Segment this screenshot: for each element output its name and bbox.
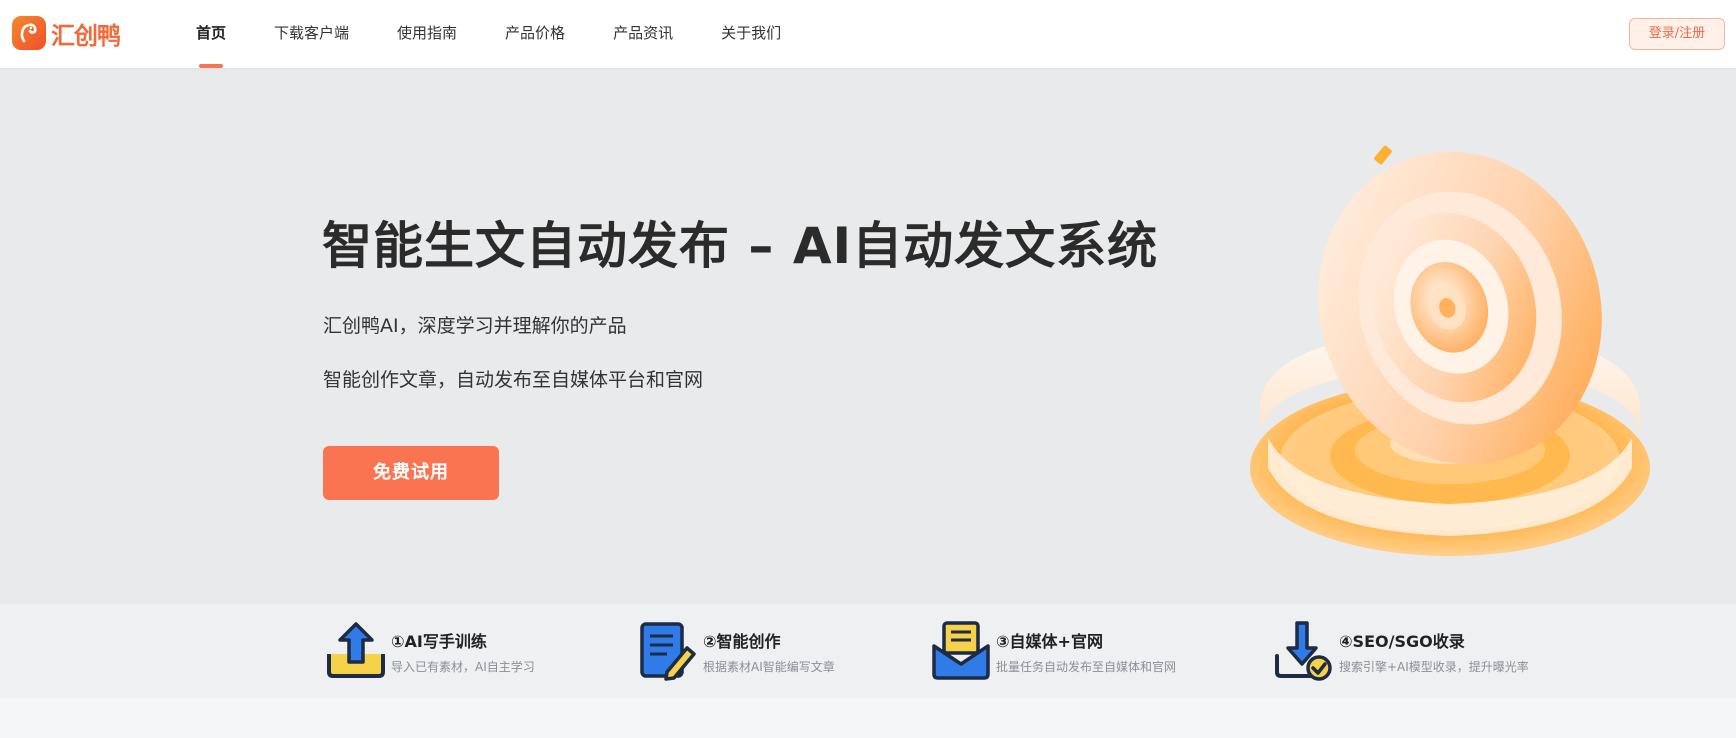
nav-item-label: 首页 [196, 24, 227, 42]
top-nav-bar: 汇创鸭 首页 下载客户端 使用指南 产品价格 产品资讯 关于我们 登录/注册 [0, 0, 1736, 68]
duck-logo-icon [12, 16, 46, 50]
feature-title: ③自媒体+官网 [996, 631, 1103, 651]
feature-description: 根据素材AI智能编写文章 [703, 659, 835, 674]
feature-media-publishing[interactable]: ③自媒体+官网 批量任务自动发布至自媒体和官网 [930, 618, 1176, 684]
nav-item-news[interactable]: 产品资讯 [613, 0, 673, 68]
hero-subtitle-2: 智能创作文章，自动发布至自媒体平台和官网 [323, 369, 704, 391]
hero-banner: 智能生文自动发布 – AI自动发文系统 汇创鸭AI，深度学习并理解你的产品 智能… [0, 68, 1736, 604]
nav-item-label: 产品资讯 [613, 24, 674, 42]
main-nav: 首页 下载客户端 使用指南 产品价格 产品资讯 关于我们 [196, 0, 781, 68]
page-bottom-section [0, 698, 1736, 738]
feature-description: 搜索引擎+AI模型收录，提升曝光率 [1339, 659, 1529, 674]
nav-item-label: 使用指南 [397, 24, 458, 42]
nav-item-guide[interactable]: 使用指南 [397, 0, 457, 68]
feature-title: ①AI写手训练 [391, 631, 487, 651]
nav-item-label: 关于我们 [721, 24, 782, 42]
nav-item-home[interactable]: 首页 [196, 0, 226, 68]
hero-title: 智能生文自动发布 – AI自动发文系统 [322, 217, 1159, 275]
upload-tray-icon [327, 622, 385, 678]
free-trial-button[interactable]: 免费试用 [323, 446, 499, 500]
envelope-icon [932, 621, 990, 680]
feature-ai-writer-training[interactable]: ①AI写手训练 导入已有素材，AI自主学习 [325, 618, 535, 684]
download-check-icon [1275, 621, 1332, 681]
feature-title: ②智能创作 [703, 631, 781, 651]
hero-3d-rings-illustration [1250, 145, 1650, 556]
nav-item-about[interactable]: 关于我们 [721, 0, 781, 68]
nav-item-label: 下载客户端 [274, 24, 350, 42]
hero-subtitle-1: 汇创鸭AI，深度学习并理解你的产品 [323, 315, 627, 337]
nav-item-download[interactable]: 下载客户端 [274, 0, 349, 68]
feature-description: 批量任务自动发布至自媒体和官网 [996, 659, 1177, 674]
brand-name: 汇创鸭 [51, 21, 121, 50]
nav-active-indicator [199, 64, 223, 68]
document-pen-icon [640, 622, 696, 681]
feature-smart-writing[interactable]: ②智能创作 根据素材AI智能编写文章 [637, 618, 835, 684]
login-register-button[interactable]: 登录/注册 [1629, 18, 1725, 50]
brand-logo[interactable]: 汇创鸭 [12, 15, 121, 51]
feature-description: 导入已有素材，AI自主学习 [391, 659, 535, 674]
features-strip: ①AI写手训练 导入已有素材，AI自主学习 ②智能创作 根据素材AI智能编写文章… [0, 604, 1736, 698]
feature-title: ④SEO/SGO收录 [1339, 631, 1465, 651]
nav-item-pricing[interactable]: 产品价格 [505, 0, 565, 68]
feature-seo-indexing[interactable]: ④SEO/SGO收录 搜索引擎+AI模型收录，提升曝光率 [1273, 618, 1529, 684]
nav-item-label: 产品价格 [505, 24, 566, 42]
